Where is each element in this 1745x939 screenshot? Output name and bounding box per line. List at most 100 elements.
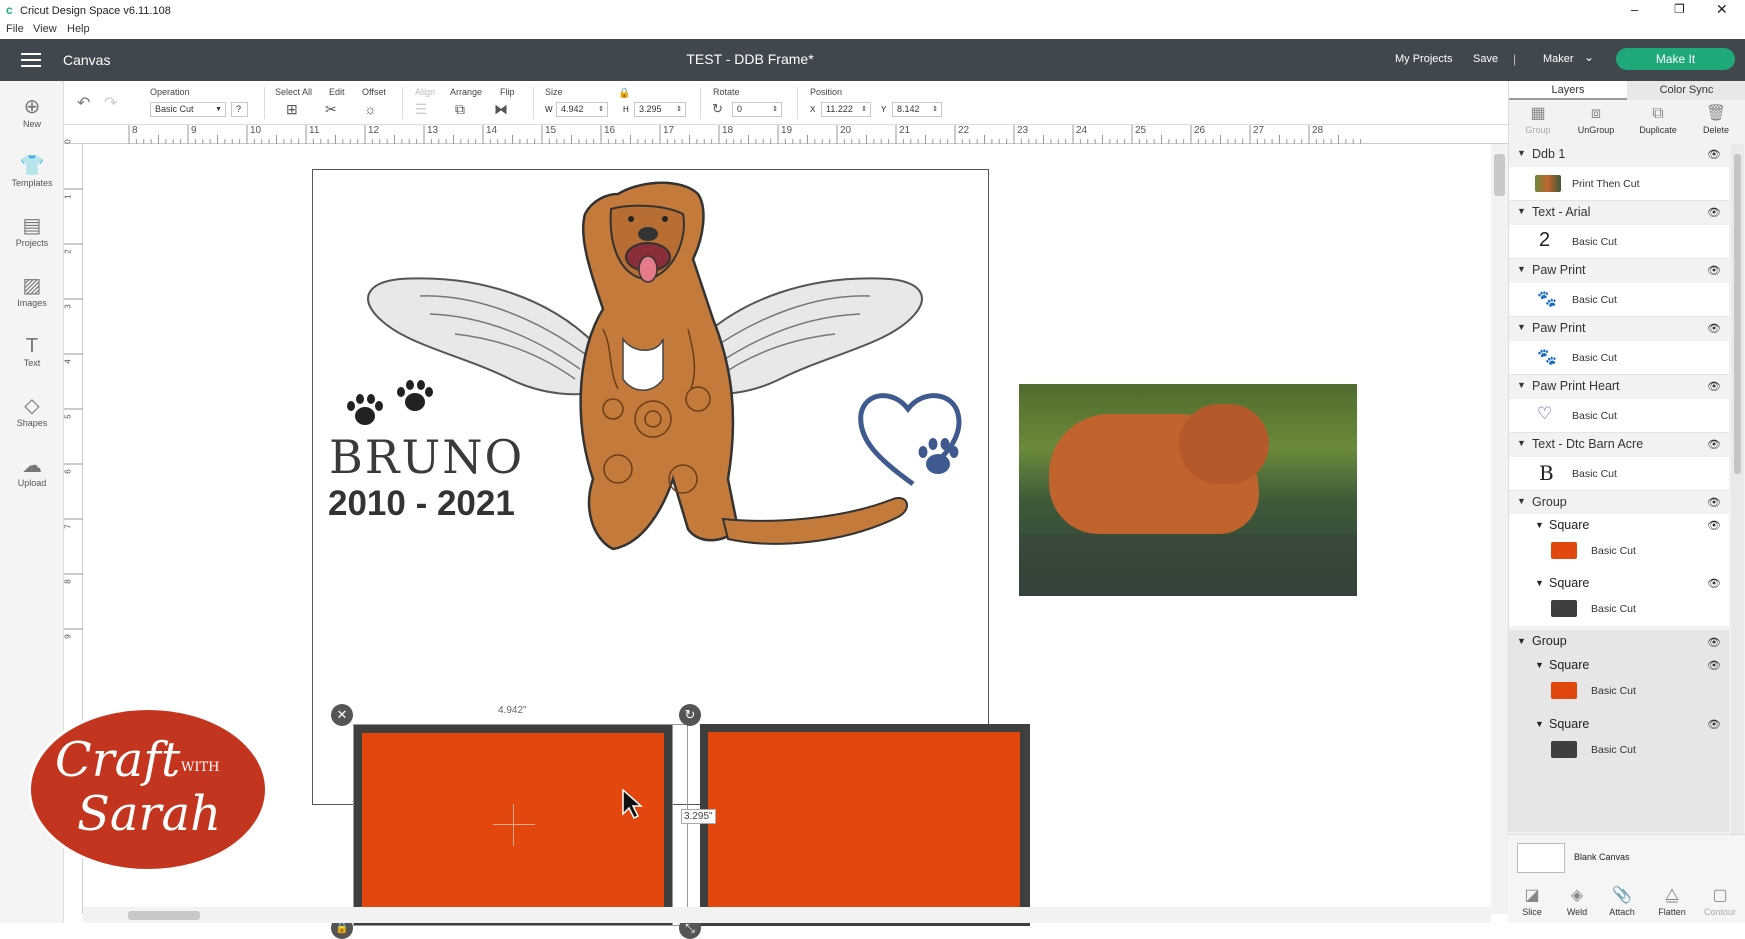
eye-icon[interactable]: 👁	[1707, 496, 1721, 509]
attach-button[interactable]: 📎 Attach	[1598, 885, 1646, 917]
square-layer-name[interactable]: Square	[1549, 658, 1589, 672]
layer-header[interactable]: ▼ Text - Dtc Barn Acre 👁	[1509, 436, 1729, 456]
eye-icon[interactable]: 👁	[1707, 577, 1721, 590]
sidebar-item-images[interactable]: ▨ Images	[0, 274, 64, 308]
sidebar-item-upload[interactable]: ☁ Upload	[0, 454, 64, 488]
close-icon[interactable]: ✕	[1716, 1, 1728, 18]
restore-icon[interactable]: ❐	[1674, 2, 1685, 16]
collapse-arrow-icon[interactable]: ▼	[1535, 520, 1544, 530]
layer-header[interactable]: ▼ Paw Print 👁	[1509, 262, 1729, 282]
eye-icon[interactable]: 👁	[1707, 659, 1721, 672]
paw-prints-graphic[interactable]	[335, 372, 445, 432]
design-canvas[interactable]: BRUNO 2010 - 2021 ✕ ↻ 🔒 ⤡ 4.942" 3.295" …	[28, 144, 1491, 939]
y-position-input[interactable]: 8.142 ⇕	[892, 102, 942, 117]
dog-photo-image[interactable]	[1019, 384, 1357, 596]
panel-scrollbar[interactable]	[1731, 144, 1744, 834]
blank-canvas-swatch[interactable]	[1517, 843, 1565, 873]
sidebar-item-shapes[interactable]: ◇ Shapes	[0, 394, 64, 428]
menu-view[interactable]: View	[33, 23, 57, 35]
eye-icon[interactable]: 👁	[1707, 148, 1721, 161]
square-layer-name[interactable]: Square	[1549, 576, 1589, 590]
group-header[interactable]: ▼ Group 👁	[1509, 494, 1729, 514]
help-button[interactable]: ?	[231, 102, 248, 117]
square-layer-name[interactable]: Square	[1549, 717, 1589, 731]
weld-button[interactable]: ◈ Weld	[1553, 885, 1601, 917]
layer-header[interactable]: ▼ Paw Print Heart 👁	[1509, 378, 1729, 398]
collapse-arrow-icon[interactable]: ▼	[1517, 322, 1526, 332]
color-swatch[interactable]	[1551, 741, 1577, 758]
collapse-arrow-icon[interactable]: ▼	[1517, 206, 1526, 216]
width-input[interactable]: 4.942 ⇕	[556, 102, 608, 117]
eye-icon[interactable]: 👁	[1707, 322, 1721, 335]
collapse-arrow-icon[interactable]: ▼	[1517, 148, 1526, 158]
collapse-arrow-icon[interactable]: ▼	[1535, 578, 1544, 588]
color-swatch[interactable]	[1551, 682, 1577, 699]
color-swatch[interactable]	[1551, 542, 1577, 559]
stepper-icon[interactable]: ⇕	[932, 103, 938, 116]
frame-rect-right-orange[interactable]	[708, 732, 1020, 916]
layer-row[interactable]: 🐾 Basic Cut	[1509, 341, 1729, 375]
tab-layers[interactable]: Layers	[1509, 81, 1627, 100]
dog-mandala-graphic[interactable]	[523, 179, 943, 564]
layer-header[interactable]: ▼ Text - Arial 👁	[1509, 204, 1729, 224]
stepper-icon[interactable]: ⇕	[861, 103, 867, 116]
collapse-arrow-icon[interactable]: ▼	[1517, 264, 1526, 274]
horizontal-scrollbar[interactable]	[83, 907, 1491, 923]
eye-icon[interactable]: 👁	[1707, 206, 1721, 219]
stepper-icon[interactable]: ⇕	[772, 103, 778, 116]
eye-icon[interactable]: 👁	[1707, 264, 1721, 277]
sidebar-item-projects[interactable]: ▤ Projects	[0, 214, 64, 248]
paw-print-heart-graphic[interactable]	[853, 384, 993, 494]
undo-icon[interactable]: ↶	[77, 93, 90, 113]
eye-icon[interactable]: 👁	[1707, 718, 1721, 731]
scroll-thumb[interactable]	[128, 911, 200, 920]
stepper-icon[interactable]: ⇕	[598, 103, 604, 116]
my-projects-button[interactable]: My Projects	[1395, 53, 1452, 65]
stepper-icon[interactable]: ⇕	[676, 103, 682, 116]
select-all-icon[interactable]: ⊞	[286, 101, 298, 118]
layer-row[interactable]: 2 Basic Cut	[1509, 225, 1729, 259]
collapse-arrow-icon[interactable]: ▼	[1517, 438, 1526, 448]
rotate-input[interactable]: 0 ⇕	[732, 102, 782, 117]
collapse-arrow-icon[interactable]: ▼	[1517, 496, 1526, 506]
menu-help[interactable]: Help	[67, 23, 90, 35]
delete-button[interactable]: 🗑 Delete	[1687, 103, 1745, 135]
frame-rect-right-dark[interactable]	[700, 724, 1030, 926]
height-input[interactable]: 3.295 ⇕	[634, 102, 686, 117]
flatten-button[interactable]: ⧋ Flatten	[1648, 885, 1696, 917]
machine-select[interactable]: Maker	[1543, 53, 1574, 65]
eye-icon[interactable]: 👁	[1707, 519, 1721, 532]
scroll-thumb[interactable]	[1494, 154, 1505, 196]
scissors-icon[interactable]: ✂	[325, 101, 337, 118]
square-layer-name[interactable]: Square	[1549, 518, 1589, 532]
flip-icon[interactable]: ⧓	[494, 101, 508, 118]
eye-icon[interactable]: 👁	[1707, 438, 1721, 451]
collapse-arrow-icon[interactable]: ▼	[1517, 380, 1526, 390]
layer-row[interactable]: ♡ Basic Cut	[1509, 399, 1729, 433]
eye-icon[interactable]: 👁	[1707, 380, 1721, 393]
layer-row[interactable]: Print Then Cut	[1509, 167, 1729, 201]
slice-button[interactable]: ◪ Slice	[1508, 885, 1556, 917]
eye-icon[interactable]: 👁	[1707, 636, 1721, 649]
vertical-scrollbar[interactable]	[1491, 144, 1508, 914]
name-text[interactable]: BRUNO	[329, 430, 524, 484]
years-text[interactable]: 2010 - 2021	[328, 484, 515, 524]
sidebar-item-text[interactable]: T Text	[0, 334, 64, 368]
redo-icon[interactable]: ↷	[104, 93, 117, 113]
align-icon[interactable]: ☰	[415, 101, 428, 118]
layer-header[interactable]: ▼ Paw Print 👁	[1509, 320, 1729, 340]
ungroup-button[interactable]: ⧈ UnGroup	[1567, 103, 1625, 135]
sidebar-item-new[interactable]: ⊕ New	[0, 95, 64, 129]
delete-handle-icon[interactable]: ✕	[331, 704, 353, 726]
menu-file[interactable]: File	[6, 23, 24, 35]
minimize-icon[interactable]: –	[1631, 2, 1638, 17]
collapse-arrow-icon[interactable]: ▼	[1535, 719, 1544, 729]
tab-color-sync[interactable]: Color Sync	[1627, 81, 1745, 100]
collapse-arrow-icon[interactable]: ▼	[1517, 636, 1526, 646]
save-button[interactable]: Save	[1473, 53, 1498, 65]
collapse-arrow-icon[interactable]: ▼	[1535, 660, 1544, 670]
lock-icon[interactable]: 🔒	[618, 88, 630, 99]
x-position-input[interactable]: 11.222 ⇕	[821, 102, 871, 117]
arrange-icon[interactable]: ⧉	[455, 101, 465, 118]
group-button[interactable]: ▦ Group	[1509, 103, 1567, 135]
